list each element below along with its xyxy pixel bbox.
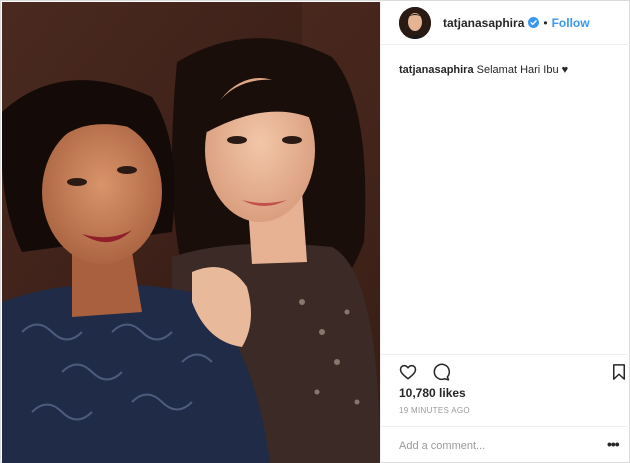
comment-bar: ••• — [381, 426, 630, 463]
post-sidebar: tatjanasaphira • Follow tatjanasaphira S… — [380, 1, 630, 463]
heart-icon[interactable] — [399, 363, 417, 381]
more-options-button[interactable]: ••• — [607, 437, 620, 451]
post-card: tatjanasaphira • Follow tatjanasaphira S… — [0, 0, 630, 463]
likes-count[interactable]: 10,780 likes — [399, 386, 466, 400]
username-link[interactable]: tatjanasaphira — [443, 16, 524, 30]
post-header: tatjanasaphira • Follow — [381, 1, 630, 45]
caption-text: Selamat Hari Ibu ♥ — [476, 64, 569, 76]
header-separator: • — [543, 15, 548, 30]
caption-username[interactable]: tatjanasaphira — [399, 64, 474, 76]
post-photo-image — [2, 2, 380, 463]
bookmark-icon[interactable] — [610, 363, 628, 381]
follow-button[interactable]: Follow — [552, 16, 590, 30]
post-timestamp[interactable]: 19 MINUTES AGO — [399, 406, 470, 415]
verified-badge-icon — [528, 17, 540, 28]
comment-bubble-icon[interactable] — [432, 363, 450, 381]
action-bar — [381, 354, 630, 386]
avatar[interactable] — [399, 6, 431, 39]
comment-input[interactable] — [399, 437, 599, 455]
post-photo[interactable] — [2, 2, 380, 463]
caption: tatjanasaphira Selamat Hari Ibu ♥ — [399, 63, 568, 77]
avatar-image — [399, 6, 431, 39]
